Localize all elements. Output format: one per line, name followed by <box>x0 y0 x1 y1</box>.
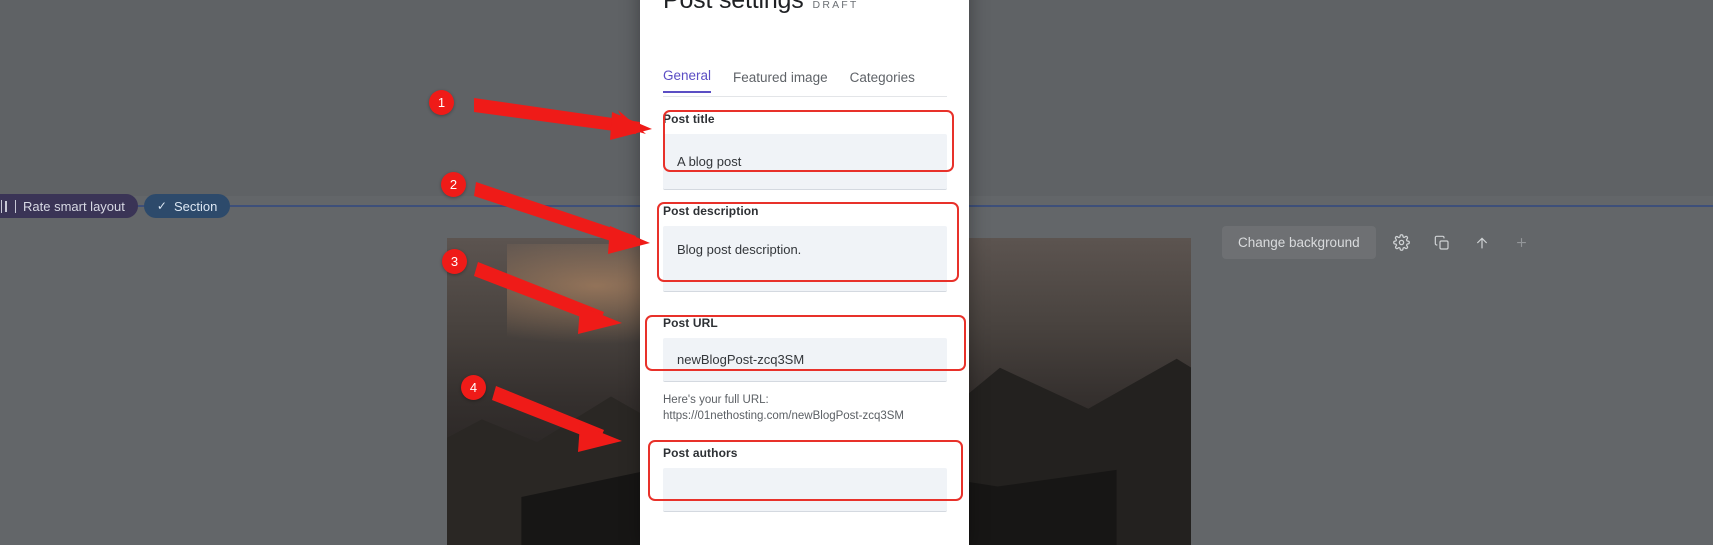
annotation-marker-1: 1 <box>429 90 454 115</box>
annotation-marker-4: 4 <box>461 375 486 400</box>
screen: Rate smart layout ✓ Section Change backg… <box>0 0 1713 545</box>
annotation-marker-3: 3 <box>442 249 467 274</box>
annotation-marker-2: 2 <box>441 172 466 197</box>
annotation-arrows <box>474 98 652 452</box>
